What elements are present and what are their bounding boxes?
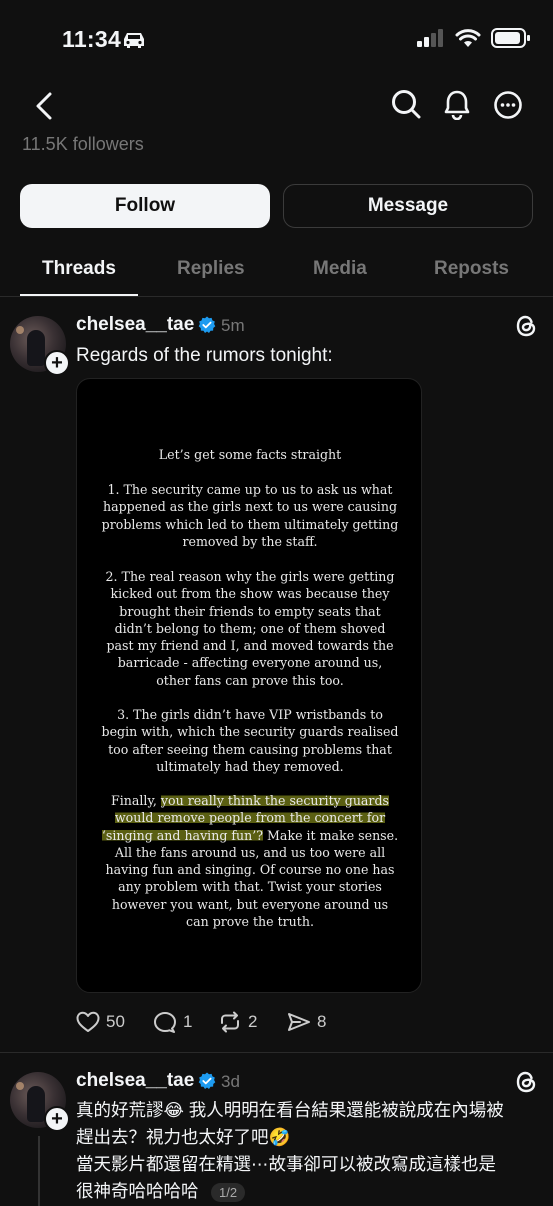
wifi-icon [455,28,481,53]
thread-connector-line [38,1136,40,1206]
tab-threads[interactable]: Threads [42,258,116,280]
status-indicators [417,28,531,53]
more-circle-icon [494,91,522,119]
share-button[interactable]: 8 [287,1011,326,1033]
verified-badge-icon [198,316,216,333]
repost-count: 2 [248,1012,258,1031]
text-page-indicator: 1/2 [211,1183,246,1202]
more-options-button[interactable] [493,88,523,125]
verified-badge-icon [198,1072,216,1089]
image-paragraph-3: 3. The girls didn’t have VIP wristbands … [101,707,399,774]
search-icon [392,90,421,119]
post-username[interactable]: chelsea__tae [76,1070,194,1092]
search-button[interactable] [391,88,421,125]
repost-icon [221,1011,239,1033]
car-icon [120,30,148,55]
post-username[interactable]: chelsea__tae [76,314,194,336]
post-text-line: 當天影片都還留在精選⋯故事卻可以被改寫成這樣也是 [76,1154,496,1174]
image-title: Let’s get some facts straight [158,447,342,462]
comment-icon [154,1012,176,1033]
tab-replies[interactable]: Replies [177,258,245,280]
follow-plus-icon[interactable]: + [44,350,70,376]
cellular-signal-icon [417,29,445,52]
post-divider [0,1052,553,1053]
battery-icon [491,28,531,53]
tab-reposts[interactable]: Reposts [434,258,509,280]
like-count: 50 [106,1012,125,1031]
send-icon [288,1013,310,1031]
post-image[interactable]: Let’s get some facts straight 1. The sec… [76,378,422,993]
image-paragraph-4: Finally, you really think the security g… [101,792,399,930]
tab-media[interactable]: Media [313,258,367,280]
image-paragraph-4-prefix: Finally, [111,793,161,808]
back-button[interactable] [30,90,60,122]
followers-count[interactable]: 11.5K followers [22,134,144,155]
message-button[interactable]: Message [283,184,533,228]
reply-button[interactable]: 1 [153,1011,192,1033]
post-time: 3d [221,1072,240,1091]
image-paragraph-1: 1. The security came up to us to ask us … [101,482,399,549]
share-count: 8 [317,1012,327,1031]
post-text-line: 真的好荒謬😂 我人明明在看台結果還能被說成在內場被 [76,1100,504,1120]
post-text-line: 趕出去？視力也太好了吧🤣 [76,1127,291,1147]
status-time: 11:34 [62,26,122,52]
follow-button[interactable]: Follow [20,184,270,228]
bell-icon [444,90,470,121]
repost-button[interactable]: 2 [218,1011,257,1033]
active-tab-indicator [20,294,138,296]
reply-count: 1 [183,1012,193,1031]
threads-logo-icon[interactable] [514,1069,538,1095]
like-button[interactable]: 50 [76,1011,125,1033]
chevron-left-icon [36,92,52,120]
post-text-line: 很神奇哈哈哈哈 [76,1181,199,1201]
image-paragraph-2: 2. The real reason why the girls were ge… [105,569,395,688]
post-text: Regards of the rumors tonight: [76,345,333,366]
post-text: 真的好荒謬😂 我人明明在看台結果還能被說成在內場被 趕出去？視力也太好了吧🤣 當… [76,1097,546,1205]
heart-icon [76,1011,100,1032]
post-time: 5m [221,316,245,335]
profile-tabs: Threads Replies Media Reposts [0,242,553,297]
notifications-button[interactable] [443,88,471,125]
follow-plus-icon[interactable]: + [44,1106,70,1132]
threads-logo-icon[interactable] [514,313,538,339]
